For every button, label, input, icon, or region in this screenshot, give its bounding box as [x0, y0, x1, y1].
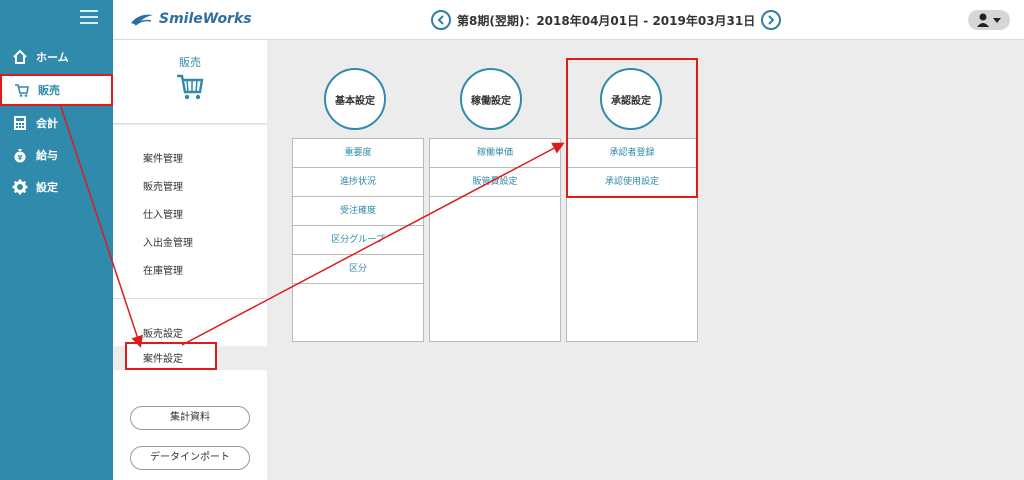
- logo-icon: [131, 14, 153, 26]
- previous-period-button[interactable]: [431, 10, 451, 30]
- link-case-management[interactable]: 案件管理: [143, 150, 183, 165]
- sidebar-item-payroll[interactable]: ¥ 給与: [0, 140, 113, 170]
- user-icon: [977, 13, 1001, 27]
- sidebar-item-sales[interactable]: 販売: [0, 74, 113, 106]
- money-bag-icon: ¥: [12, 147, 28, 163]
- sidebar-item-settings[interactable]: 設定: [0, 172, 113, 202]
- basic-settings-card: 重要度 進捗状況 受注確度 区分グループ 区分: [292, 138, 424, 342]
- operation-settings-card: 稼働単価 販管費設定: [429, 138, 561, 342]
- subpanel-title: 販売: [179, 56, 201, 69]
- subpanel-footer: 集計資料 データインポート: [113, 370, 267, 480]
- subpanel-header: 販売: [113, 40, 267, 124]
- sales-subpanel: 販売 案件管理 販売管理 仕入管理 入出金管理 在庫管理 販売設定 集計資料 デ…: [113, 40, 268, 480]
- link-payment-management[interactable]: 入出金管理: [143, 234, 193, 249]
- sidebar-item-label: 販売: [38, 84, 60, 97]
- card-item-category[interactable]: 区分: [293, 255, 423, 284]
- top-header: SmileWorks 第8期(翌期)：2018年04月01日 - 2019年03…: [113, 0, 1024, 40]
- hamburger-menu-icon[interactable]: [80, 10, 98, 24]
- sidebar-item-label: 給与: [36, 149, 58, 162]
- chevron-right-icon: [768, 15, 775, 25]
- basic-settings-heading: 基本設定: [324, 68, 386, 130]
- card-item-order-probability[interactable]: 受注確度: [293, 197, 423, 226]
- operation-settings-heading: 稼働設定: [460, 68, 522, 130]
- cart-icon: [14, 82, 30, 98]
- link-sales-management[interactable]: 販売管理: [143, 178, 183, 193]
- approval-highlight-box: [566, 58, 698, 198]
- chevron-left-icon: [437, 15, 444, 25]
- next-period-button[interactable]: [761, 10, 782, 30]
- logo-text: SmileWorks: [159, 11, 252, 27]
- sidebar-item-label: ホーム: [36, 51, 69, 64]
- card-item-category-group[interactable]: 区分グループ: [293, 226, 423, 255]
- sidebar-item-label: 会計: [36, 117, 58, 130]
- settings-main: 基本設定 稼働設定 承認設定 重要度 進捗状況 受注確度 区分グループ 区分 稼…: [268, 40, 1024, 480]
- sidebar-item-home[interactable]: ホーム: [0, 42, 113, 72]
- sidebar-item-label: 設定: [36, 181, 58, 194]
- card-item-importance[interactable]: 重要度: [293, 139, 423, 168]
- subpanel-settings-section: 販売設定: [113, 298, 267, 346]
- link-sales-settings[interactable]: 販売設定: [143, 325, 183, 340]
- card-item-sga-settings[interactable]: 販管費設定: [430, 168, 560, 197]
- svg-text:¥: ¥: [18, 154, 23, 162]
- card-item-operation-rate[interactable]: 稼働単価: [430, 139, 560, 168]
- main-sidebar: ホーム 販売 会計 ¥ 給与 設定: [0, 0, 113, 480]
- card-item-progress[interactable]: 進捗状況: [293, 168, 423, 197]
- link-inventory-management[interactable]: 在庫管理: [143, 262, 183, 277]
- period-label: 第8期(翌期)：2018年04月01日 - 2019年03月31日: [457, 13, 756, 28]
- user-menu-button[interactable]: [968, 10, 1010, 30]
- gear-icon: [12, 179, 28, 195]
- home-icon: [12, 49, 28, 65]
- sidebar-item-accounting[interactable]: 会計: [0, 108, 113, 138]
- data-import-button[interactable]: データインポート: [130, 446, 250, 470]
- summary-report-button[interactable]: 集計資料: [130, 406, 250, 430]
- app-logo[interactable]: SmileWorks: [129, 9, 252, 29]
- link-purchase-management[interactable]: 仕入管理: [143, 206, 183, 221]
- case-setting-item[interactable]: 案件設定: [125, 342, 217, 370]
- calculator-icon: [12, 115, 28, 131]
- period-navigator: 第8期(翌期)：2018年04月01日 - 2019年03月31日: [431, 9, 782, 31]
- cart-icon: [177, 74, 204, 100]
